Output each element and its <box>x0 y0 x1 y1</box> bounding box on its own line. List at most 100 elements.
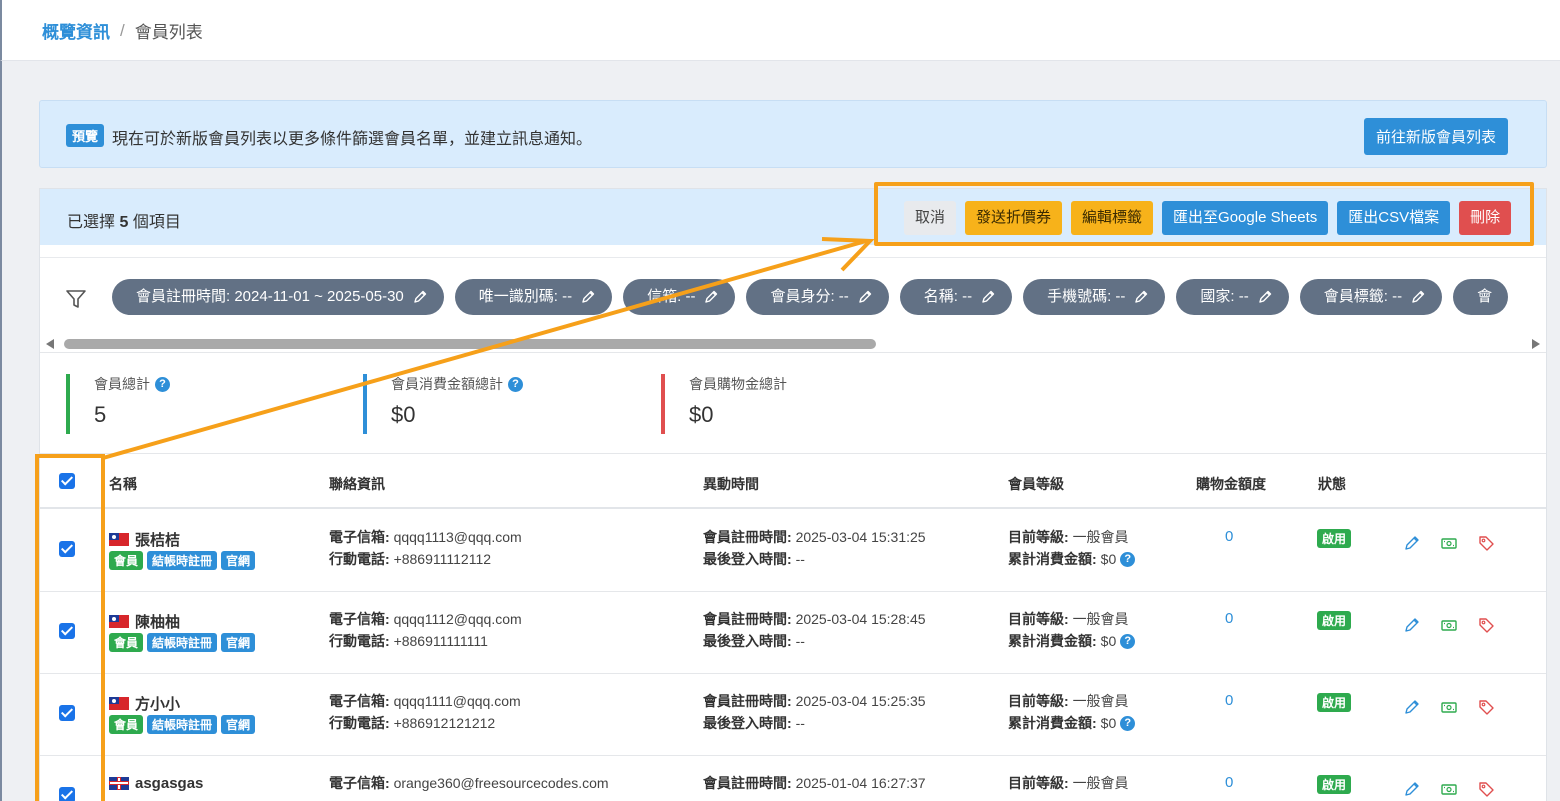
stat-label-text: 會員總計 <box>94 376 150 392</box>
header-credit[interactable]: 購物金額度 <box>1196 474 1266 494</box>
top-bar: 概覽資訊 / 會員列表 <box>0 0 1560 61</box>
filter-chip[interactable]: 會 <box>1453 279 1509 315</box>
member-name[interactable]: 張桔桔 <box>135 529 180 550</box>
table-row[interactable]: 方小小 會員 結帳時註冊 官網 電子信箱: qqqq1111@qqq.com 行動電話: … <box>40 674 1546 756</box>
stat-card: 會員總計? 5 <box>66 374 170 434</box>
horizontal-scrollbar[interactable] <box>46 338 1540 350</box>
credit-value[interactable]: 0 <box>1225 610 1233 627</box>
tag-icon[interactable] <box>1477 698 1495 716</box>
level-cell: 目前等級: 一般會員 累計消費金額: $0? <box>1008 690 1136 734</box>
edit-icon[interactable] <box>1403 534 1421 552</box>
current-level-label: 目前等級: <box>1008 611 1069 627</box>
credit-value[interactable]: 0 <box>1225 774 1233 791</box>
coupon-icon[interactable] <box>1440 698 1458 716</box>
total-spent-label: 累計消費金額: <box>1008 633 1097 649</box>
filter-chip-label: 會 <box>1477 288 1493 305</box>
go-new-member-list-button[interactable]: 前往新版會員列表 <box>1363 118 1508 155</box>
member-tag: 官網 <box>221 551 256 570</box>
header-activity[interactable]: 異動時間 <box>703 474 759 494</box>
header-name[interactable]: 名稱 <box>109 474 137 494</box>
activity-cell: 會員註冊時間: 2025-03-04 15:28:45 最後登入時間: -- <box>703 608 926 652</box>
edit-pencil-icon <box>414 290 426 303</box>
edit-pencil-icon <box>705 290 718 303</box>
member-name[interactable]: asgasgas <box>135 775 203 792</box>
edit-icon[interactable] <box>1403 698 1421 716</box>
registered-value: 2025-03-04 15:28:45 <box>795 611 926 627</box>
member-list-card: 已選擇 5 個項目 取消 發送折價券 編輯標籤 匯出至Google Sheets… <box>39 188 1547 801</box>
activity-cell: 會員註冊時間: 2025-03-04 15:25:35 最後登入時間: -- <box>703 690 926 734</box>
level-value: 一般會員 <box>1072 611 1129 627</box>
help-question-icon[interactable]: ? <box>155 376 170 392</box>
email-value: orange360@freesourcecodes.com <box>393 775 609 791</box>
filter-chip-label: 會員註冊時間: 2024-11-01 ~ 2025-05-30 <box>136 288 404 305</box>
filter-chip[interactable]: 會員身分: -- <box>746 279 889 315</box>
filter-funnel-icon[interactable] <box>65 288 87 310</box>
edit-pencil-icon <box>582 290 595 303</box>
contact-cell: 電子信箱: qqqq1111@qqq.com 行動電話: +88691212121… <box>329 690 521 734</box>
status-badge: 啟用 <box>1317 693 1352 712</box>
help-question-icon[interactable]: ? <box>1120 633 1136 649</box>
member-tag: 會員 <box>109 715 144 734</box>
filter-chip-label: 唯一識別碼: -- <box>478 288 573 305</box>
table-row[interactable]: asgasgas 電子信箱: orange360@freesourcecodes.… <box>40 756 1546 801</box>
stats-summary: 會員總計? 5 會員消費金額總計? $0 會員購物金總計 $0 <box>40 354 1546 454</box>
filter-chip-label: 名稱: -- <box>923 288 973 305</box>
help-question-icon[interactable]: ? <box>508 376 523 392</box>
scroll-left-arrow-icon[interactable] <box>46 339 54 349</box>
coupon-icon[interactable] <box>1440 534 1458 552</box>
coupon-icon[interactable] <box>1440 780 1458 798</box>
filter-chip[interactable]: 會員註冊時間: 2024-11-01 ~ 2025-05-30 <box>112 279 444 315</box>
edit-icon[interactable] <box>1403 780 1421 798</box>
country-flag-icon <box>109 615 129 628</box>
registered-value: 2025-03-04 15:25:35 <box>795 693 926 709</box>
help-question-icon[interactable]: ? <box>1120 551 1136 567</box>
stat-value: $0 <box>391 402 416 427</box>
table-row[interactable]: 陳柚柚 會員 結帳時註冊 官網 電子信箱: qqqq1112@qqq.com 行動電話: … <box>40 592 1546 674</box>
tag-icon[interactable] <box>1477 616 1495 634</box>
edit-icon[interactable] <box>1403 616 1421 634</box>
contact-cell: 電子信箱: qqqq1113@qqq.com 行動電話: +88691111211… <box>329 526 522 570</box>
member-tag: 官網 <box>221 633 256 652</box>
member-tag: 會員 <box>109 633 144 652</box>
coupon-icon[interactable] <box>1440 616 1458 634</box>
tag-icon[interactable] <box>1477 780 1495 798</box>
credit-value[interactable]: 0 <box>1225 528 1233 545</box>
phone-value: +886911112112 <box>393 551 492 567</box>
status-badge: 啟用 <box>1317 529 1352 548</box>
filter-chip[interactable]: 名稱: -- <box>899 279 1013 315</box>
total-spent-label: 累計消費金額: <box>1008 551 1097 567</box>
scrollbar-thumb[interactable] <box>64 339 876 349</box>
filter-chip[interactable]: 會員標籤: -- <box>1299 279 1443 315</box>
country-flag-icon <box>109 533 129 546</box>
scroll-right-arrow-icon[interactable] <box>1532 339 1540 349</box>
tag-icon[interactable] <box>1477 534 1495 552</box>
level-cell: 目前等級: 一般會員累計消費金額: $0? <box>1008 608 1136 652</box>
member-name[interactable]: 方小小 <box>135 693 180 714</box>
edit-pencil-icon <box>1259 290 1271 303</box>
member-tag: 結帳時註冊 <box>147 551 218 570</box>
credit-value[interactable]: 0 <box>1225 692 1233 709</box>
spent-value: $0 <box>1100 633 1117 649</box>
email-label: 電子信箱: <box>329 611 390 627</box>
help-question-icon[interactable]: ? <box>1120 715 1136 731</box>
current-level-label: 目前等級: <box>1008 693 1069 709</box>
member-name-cell: 張桔桔 <box>109 529 180 550</box>
contact-cell: 電子信箱: orange360@freesourcecodes.com <box>329 772 609 794</box>
stat-label: 會員總計? <box>94 374 170 394</box>
selection-prefix: 已選擇 <box>67 214 116 231</box>
filter-chip-label: 手機號碼: -- <box>1047 288 1126 305</box>
table-row[interactable]: 張桔桔 會員 結帳時註冊 官網 電子信箱: qqqq1113@qqq.com 行動電話: … <box>40 510 1546 592</box>
registered-label: 會員註冊時間: <box>703 693 792 709</box>
email-value: qqqq1111@qqq.com <box>393 693 521 709</box>
member-name[interactable]: 陳柚柚 <box>135 611 180 632</box>
filter-chip[interactable]: 唯一識別碼: -- <box>454 279 613 315</box>
spent-value: $0 <box>1100 715 1117 731</box>
member-tag: 官網 <box>221 715 256 734</box>
filter-chip[interactable]: 手機號碼: -- <box>1023 279 1166 315</box>
breadcrumb-overview-link[interactable]: 概覽資訊 <box>42 18 110 43</box>
member-name-cell: 方小小 <box>109 693 180 714</box>
filter-chip[interactable]: 信箱: -- <box>623 279 736 315</box>
level-value: 一般會員 <box>1072 775 1129 791</box>
filter-chip[interactable]: 國家: -- <box>1176 279 1289 315</box>
edit-pencil-icon <box>982 290 995 303</box>
